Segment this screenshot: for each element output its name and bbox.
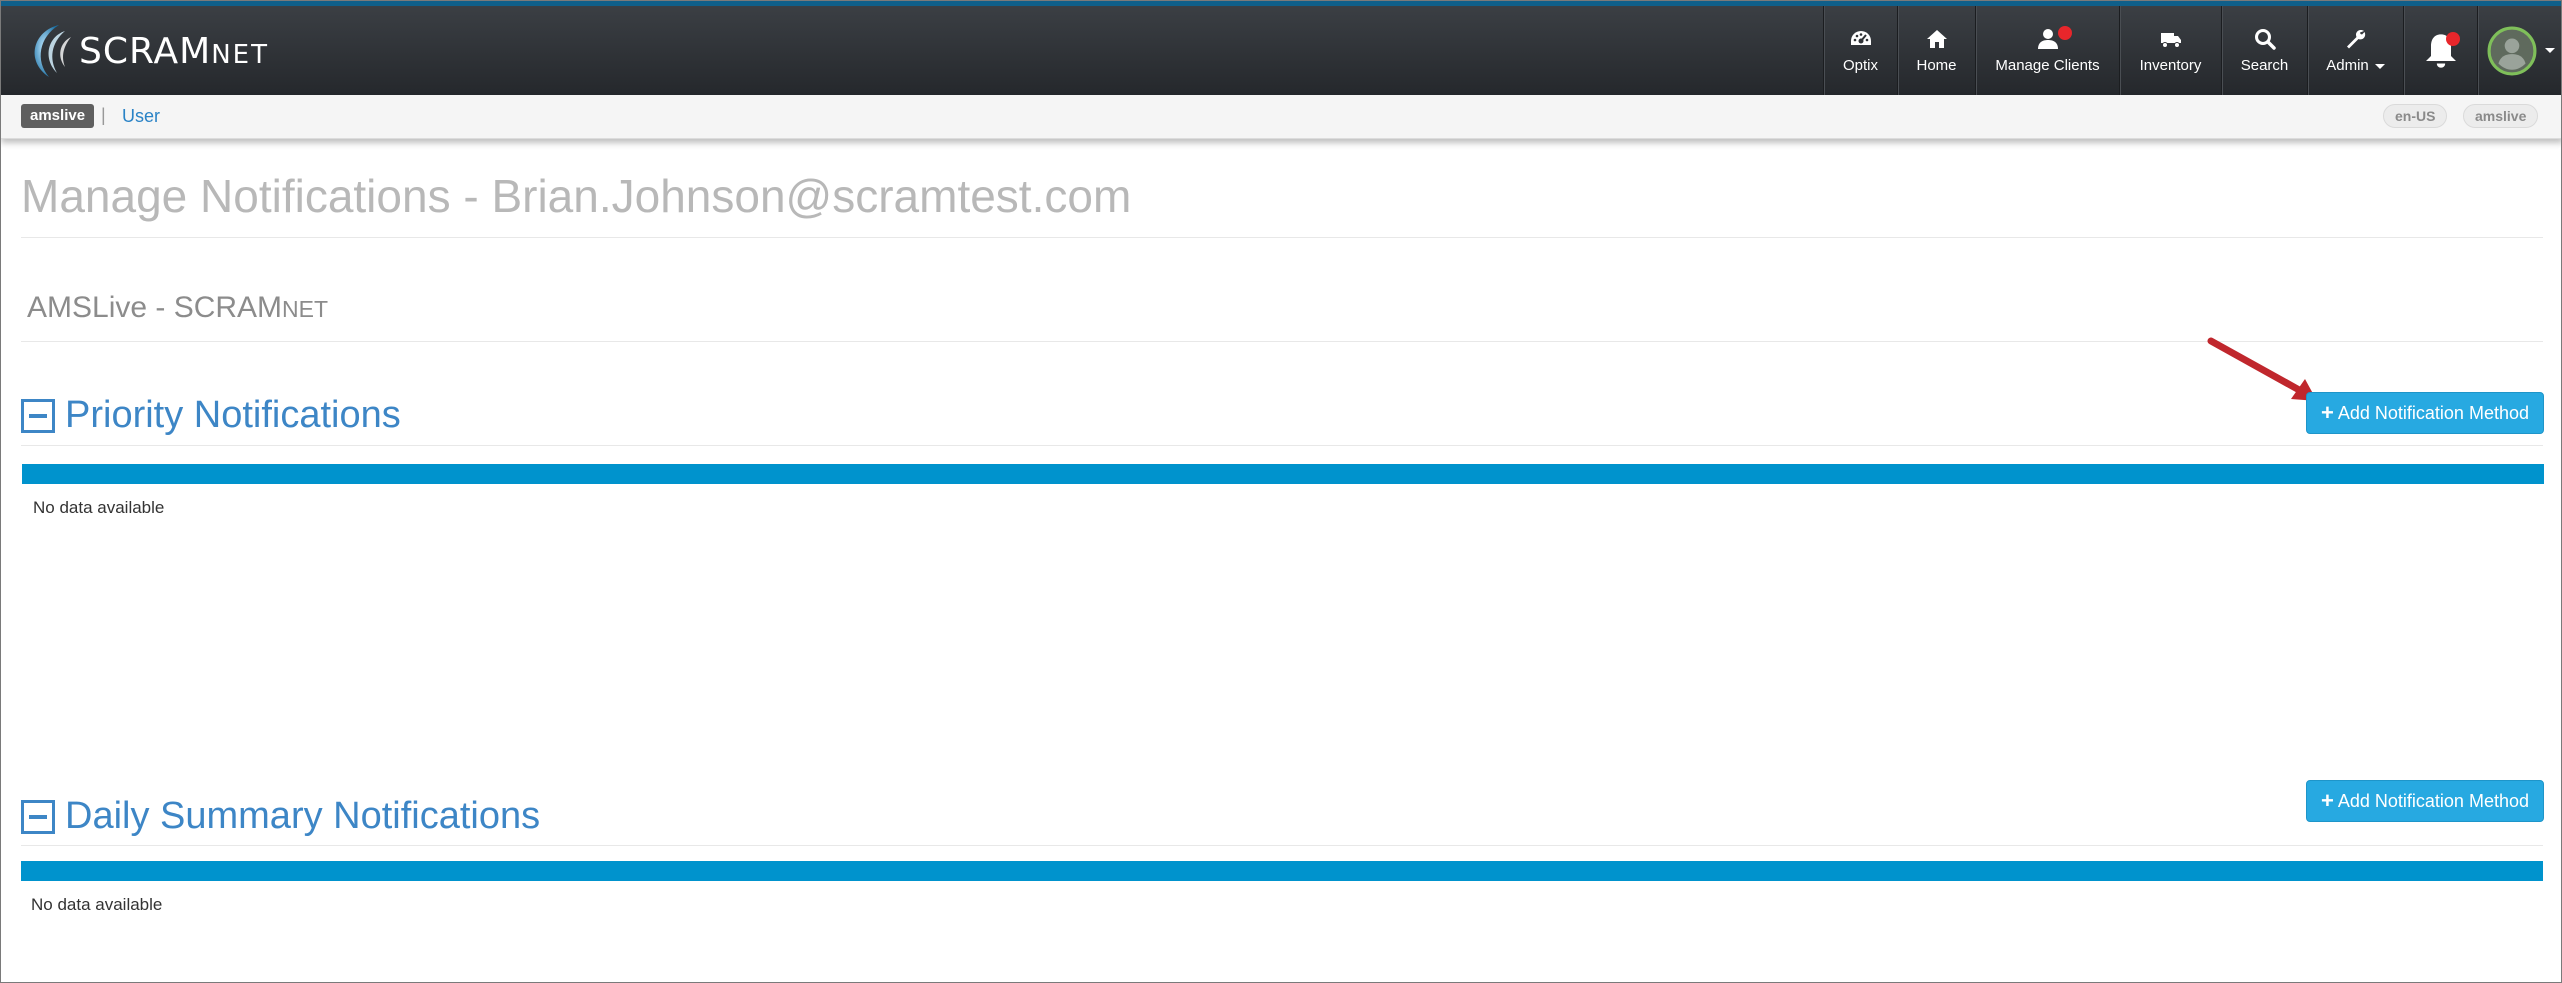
daily-section-header: Daily Summary Notifications — [21, 795, 540, 838]
home-icon — [1926, 30, 1947, 48]
nav-home-label: Home — [1916, 57, 1957, 74]
environment-badge: amslive — [2463, 104, 2539, 128]
collapse-icon[interactable] — [21, 398, 55, 433]
top-navbar: SCRAMNET Optix Home Manage Clients Inven… — [1, 1, 2561, 95]
daily-table-header — [21, 861, 2543, 881]
nav-inventory[interactable]: Inventory — [2119, 6, 2221, 95]
divider — [21, 445, 2543, 446]
divider — [21, 341, 2543, 342]
notification-alert-dot — [2446, 32, 2460, 46]
nav-manage-clients[interactable]: Manage Clients — [1975, 6, 2119, 95]
search-icon — [2254, 29, 2276, 50]
priority-section-header: Priority Notifications — [21, 394, 401, 437]
user-menu[interactable] — [2477, 6, 2561, 95]
organization-title: AMSLive - SCRAMNET — [27, 291, 329, 324]
app-window: SCRAMNET Optix Home Manage Clients Inven… — [0, 0, 2562, 983]
chevron-down-icon — [2544, 48, 2555, 53]
plus-icon: + — [2321, 788, 2334, 813]
alert-dot — [2058, 26, 2072, 40]
nav-manage-clients-label: Manage Clients — [1995, 57, 2100, 74]
nav-home[interactable]: Home — [1897, 6, 1975, 95]
separator: | — [101, 105, 106, 125]
brand-name: SCRAMNET — [79, 30, 269, 72]
add-daily-notification-button[interactable]: + Add Notification Method — [2306, 780, 2544, 822]
priority-empty-message: No data available — [33, 498, 165, 517]
tenant-badge: amslive — [21, 104, 95, 128]
add-priority-notification-button[interactable]: + Add Notification Method — [2306, 392, 2544, 434]
page-title: Manage Notifications - Brian.Johnson@scr… — [21, 170, 1132, 222]
brand-logo[interactable]: SCRAMNET — [19, 20, 269, 82]
daily-section-title: Daily Summary Notifications — [65, 795, 541, 837]
user-link[interactable]: User — [122, 104, 160, 128]
notifications-button[interactable] — [2403, 6, 2477, 95]
nav-optix[interactable]: Optix — [1823, 6, 1897, 95]
locale-badge: en-US — [2383, 104, 2448, 128]
nav-admin-label: Admin — [2326, 57, 2385, 74]
daily-empty-message: No data available — [31, 895, 163, 914]
user-icon — [2037, 29, 2058, 49]
truck-icon — [2160, 33, 2181, 48]
scramnet-logo-icon — [34, 25, 71, 77]
divider — [21, 845, 2543, 846]
nav-inventory-label: Inventory — [2139, 57, 2202, 74]
priority-section-title: Priority Notifications — [65, 394, 401, 436]
divider — [21, 237, 2543, 238]
collapse-icon[interactable] — [21, 799, 55, 834]
main-nav: Optix Home Manage Clients Inventory Sear… — [1823, 6, 2561, 95]
nav-search[interactable]: Search — [2221, 6, 2307, 95]
chevron-down-icon — [2374, 63, 2385, 69]
nav-search-label: Search — [2240, 57, 2289, 74]
context-bar: amslive | User en-US amslive — [1, 95, 2561, 139]
user-avatar-icon — [2487, 26, 2536, 75]
priority-table-header — [22, 464, 2544, 484]
plus-icon: + — [2321, 400, 2334, 425]
dashboard-icon — [1850, 31, 1871, 45]
wrench-icon — [2346, 30, 2365, 49]
nav-optix-label: Optix — [1842, 57, 1878, 74]
nav-admin[interactable]: Admin — [2307, 6, 2403, 95]
